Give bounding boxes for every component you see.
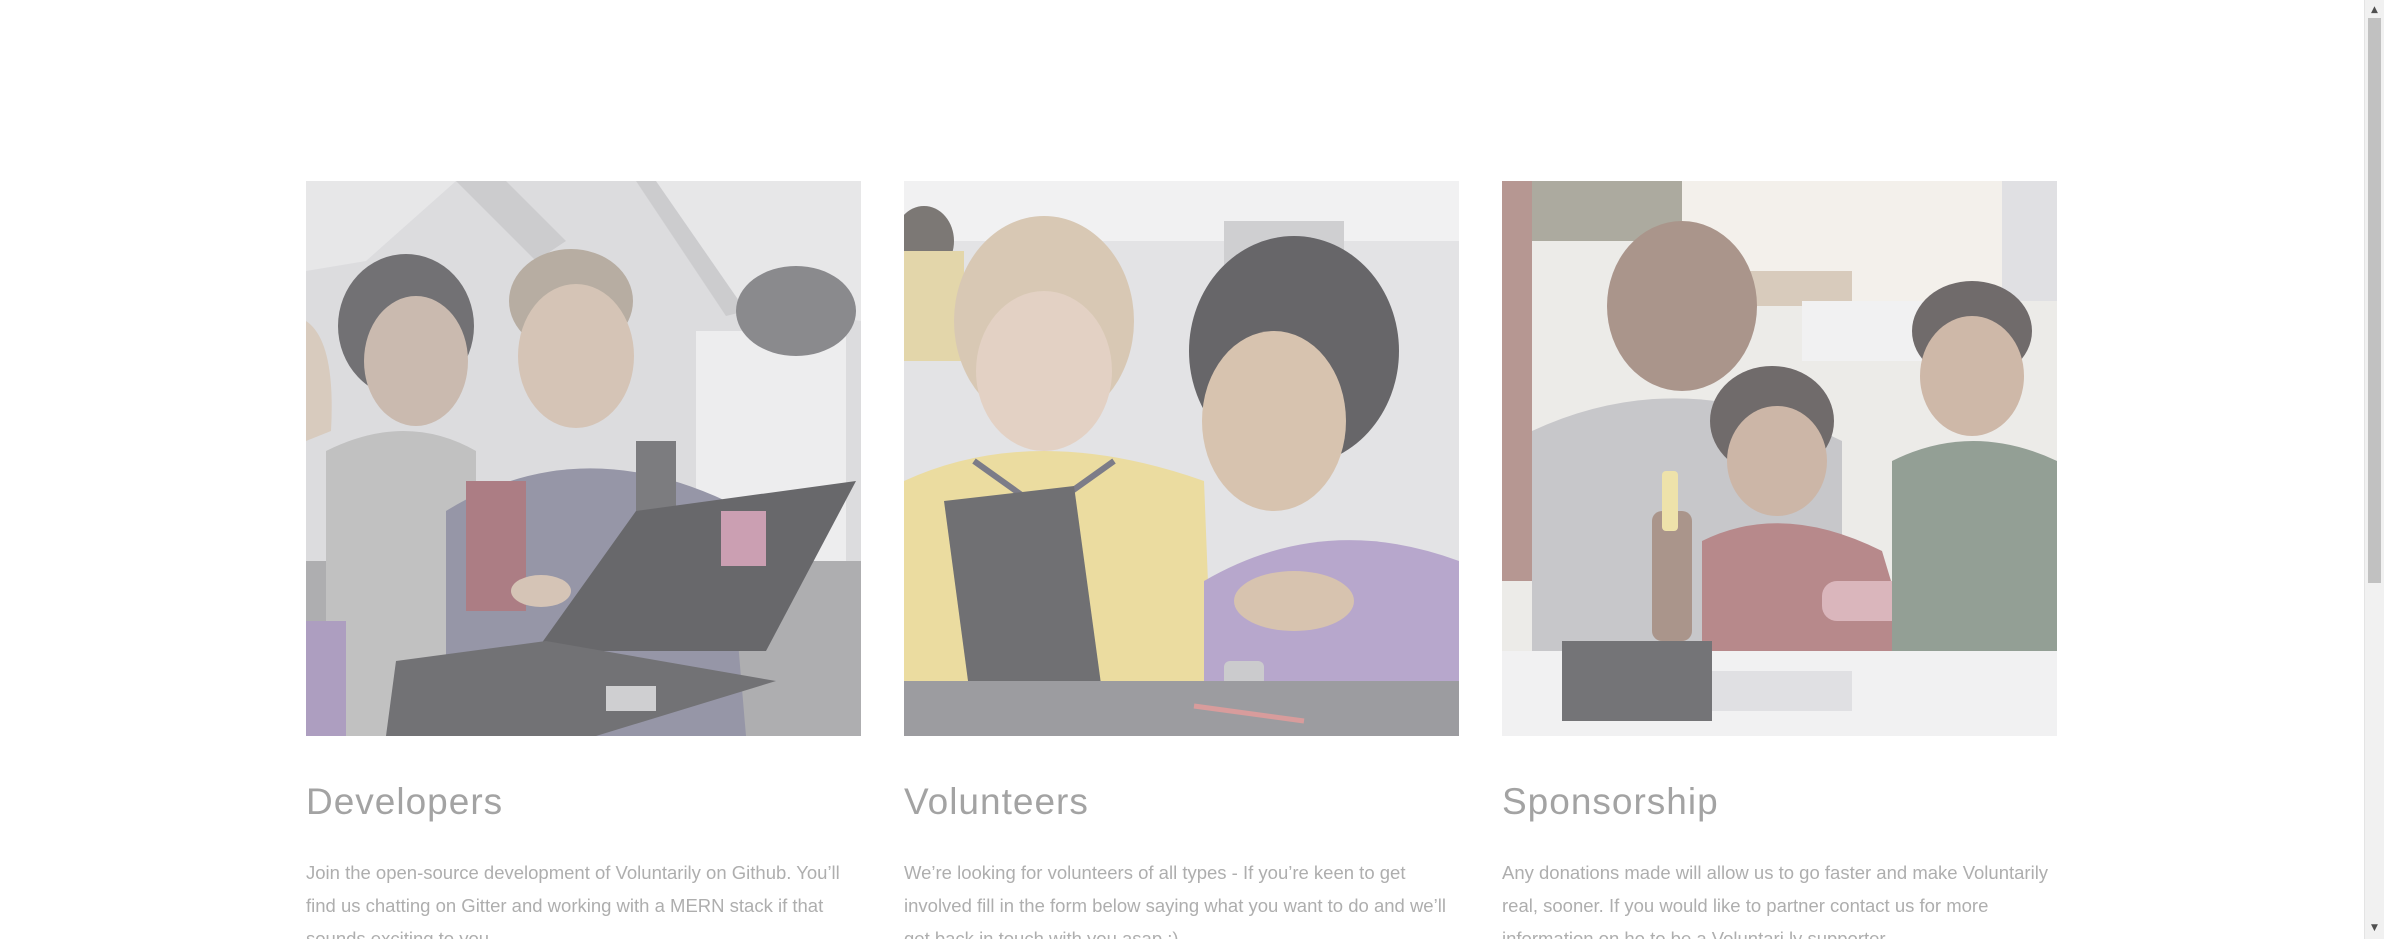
sponsorship-title: Sponsorship: [1502, 781, 1719, 822]
sponsorship-card: Sponsorship Any donations made will allo…: [1502, 181, 2057, 939]
volunteers-title: Volunteers: [904, 781, 1089, 822]
children-at-laptop-photo: [306, 181, 861, 736]
girl-and-teacher-at-laptop-photo: [904, 181, 1459, 736]
vertical-scrollbar[interactable]: ▲ ▼: [2364, 0, 2384, 939]
volunteers-description: We’re looking for volunteers of all type…: [904, 862, 1446, 939]
sponsorship-description: Any donations made will allow us to go f…: [1502, 862, 2049, 939]
triangle-up-icon[interactable]: ▲: [2365, 2, 2384, 19]
developers-title: Developers: [306, 781, 504, 822]
card-row: Developers Join the open-source developm…: [306, 181, 2057, 939]
triangle-down-icon[interactable]: ▼: [2365, 920, 2384, 937]
scrollbar-thumb[interactable]: [2368, 18, 2381, 583]
developers-card: Developers Join the open-source developm…: [306, 181, 861, 939]
man-and-boys-with-screwdriver-photo: [1502, 181, 2057, 736]
developers-description: Join the open-source development of Volu…: [306, 862, 840, 939]
page: Developers Join the open-source developm…: [0, 0, 2384, 939]
volunteers-card: Volunteers We’re looking for volunteers …: [904, 181, 1459, 939]
